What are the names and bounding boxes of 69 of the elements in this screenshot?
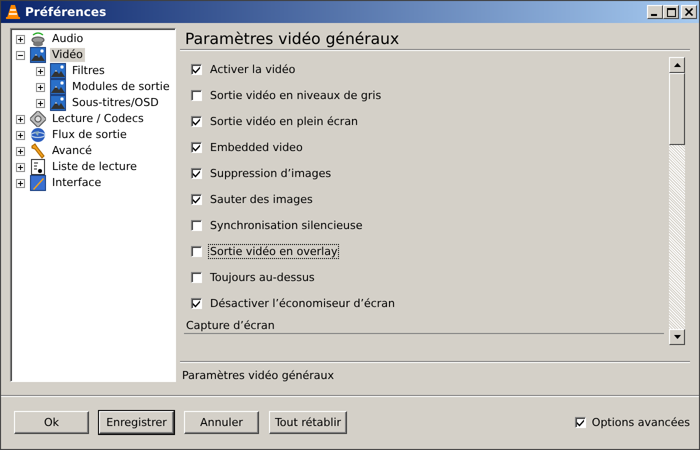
checkbox[interactable] <box>191 194 202 205</box>
wrench-icon <box>30 143 46 159</box>
tree-item[interactable]: Interface <box>50 176 104 190</box>
checkbox[interactable] <box>191 246 202 257</box>
dialog-button[interactable]: Tout rétablir <box>269 411 347 434</box>
tree-item[interactable]: Sous-titres/OSD <box>70 96 161 110</box>
option-label: Activer la vidéo <box>209 62 296 77</box>
minimize-button[interactable] <box>647 5 663 19</box>
maximize-button[interactable] <box>663 5 679 19</box>
landscape-icon <box>50 79 66 95</box>
option-label: Sauter des images <box>209 192 314 207</box>
landscape-icon <box>30 47 46 63</box>
checkbox[interactable] <box>191 64 202 75</box>
globe-icon <box>30 127 46 143</box>
expand-icon[interactable] <box>15 178 26 188</box>
expand-icon[interactable] <box>35 82 46 92</box>
option-label: Suppression d’images <box>209 166 332 181</box>
tree-item[interactable]: Flux de sortie <box>50 128 129 142</box>
expand-icon[interactable] <box>35 66 46 76</box>
tree-item[interactable]: Filtres <box>70 64 107 78</box>
scroll-down-icon[interactable] <box>669 329 685 345</box>
description-text: Paramètres vidéo généraux <box>180 361 690 389</box>
expand-icon[interactable] <box>35 98 46 108</box>
document-icon <box>30 159 46 175</box>
tree-item[interactable]: Avancé <box>50 144 94 158</box>
option-label: Sortie vidéo en niveaux de gris <box>209 88 382 103</box>
speaker-icon <box>30 31 46 47</box>
expand-icon[interactable] <box>15 146 26 156</box>
checkbox[interactable] <box>191 220 202 231</box>
landscape-icon <box>50 95 66 111</box>
window-title: Préférences <box>25 5 108 19</box>
dialog-button[interactable]: Ok <box>14 411 89 434</box>
close-button[interactable] <box>681 5 697 19</box>
option-label: Embedded video <box>209 140 304 155</box>
checkbox[interactable] <box>191 272 202 283</box>
close-icon <box>685 8 693 16</box>
scroll-thumb[interactable] <box>669 73 685 145</box>
dialog-button[interactable]: Enregistrer <box>99 411 174 434</box>
tree-item[interactable]: Vidéo <box>50 48 85 62</box>
section-header: Capture d’écran <box>184 319 664 334</box>
collapse-icon[interactable] <box>15 50 26 60</box>
pencil-icon <box>30 175 46 191</box>
expand-icon[interactable] <box>15 162 26 172</box>
checkbox[interactable] <box>191 142 202 153</box>
scrollbar[interactable] <box>669 57 685 345</box>
option-label: Sortie vidéo en plein écran <box>209 114 360 129</box>
checkbox[interactable] <box>191 298 202 309</box>
tree-item[interactable]: Liste de lecture <box>50 160 139 174</box>
tree-item[interactable]: Modules de sortie <box>70 80 172 94</box>
checkbox[interactable] <box>191 168 202 179</box>
option-label: Toujours au-dessus <box>209 270 316 285</box>
option-label: Désactiver l’économiseur d’écran <box>209 296 396 311</box>
expand-icon[interactable] <box>15 130 26 140</box>
expand-icon[interactable] <box>15 114 26 124</box>
checkbox[interactable] <box>191 90 202 101</box>
option-label: Sortie vidéo en overlay <box>208 244 340 259</box>
landscape-icon <box>50 63 66 79</box>
checkbox[interactable] <box>574 417 586 428</box>
dialog-button[interactable]: Annuler <box>184 411 259 434</box>
checkbox-label: Options avancées <box>592 416 690 429</box>
tree-item[interactable]: Audio <box>50 32 86 46</box>
checkbox[interactable] <box>191 116 202 127</box>
expand-icon[interactable] <box>15 34 26 44</box>
traffic-cone-icon <box>5 4 21 20</box>
panel-title: Paramètres vidéo généraux <box>180 28 690 50</box>
tree-item[interactable]: Lecture / Codecs <box>50 112 146 126</box>
option-label: Synchronisation silencieuse <box>209 218 364 233</box>
maximize-icon <box>666 8 676 16</box>
scroll-up-icon[interactable] <box>669 57 685 73</box>
